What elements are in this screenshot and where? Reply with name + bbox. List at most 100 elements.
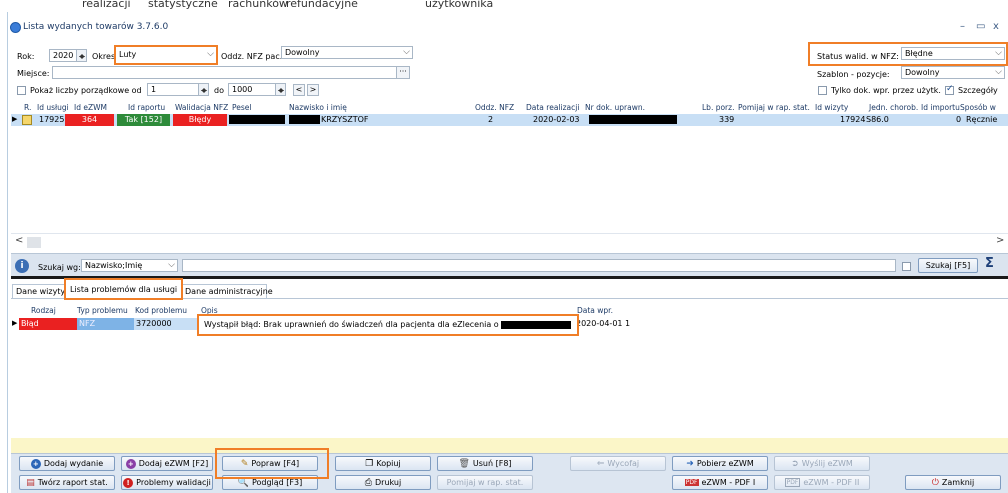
oddz-select[interactable]: Dowolny ⌵ [281,46,413,59]
spin-icon[interactable] [275,84,285,95]
wycofaj-label: Wycofaj [607,459,640,468]
scroll-thumb[interactable] [27,237,41,248]
document-icon [22,115,32,125]
rok-value: 2020 [53,51,74,60]
usun-label: Usuń [F8] [472,459,512,468]
pdf-icon: PDF [784,478,801,487]
search-button[interactable]: Szukaj [F5] [918,258,978,273]
col-header[interactable]: R. [24,103,31,112]
search-checkbox[interactable] [902,262,911,271]
oddz-cell: 2 [488,115,494,124]
send-icon: ➲ [791,458,799,469]
okres-value: Luty [119,50,137,59]
popraw-highlight [215,448,329,479]
ellipsis-button[interactable]: ··· [396,66,410,79]
rok-spinner[interactable]: 2020 [49,49,87,62]
col-header[interactable]: Oddz. NFZ [475,103,514,112]
jedn-chorob-cell: S86.0 [866,115,889,124]
usun-button[interactable]: 🗑 Usuń [F8] [437,456,533,471]
col-header[interactable]: Data realizacji [526,103,579,112]
error-icon: ! [123,477,134,488]
id-wizyty-cell: 17924 [840,115,866,124]
typ-cell: NFZ [77,318,134,330]
col-header[interactable]: Pesel [232,103,251,112]
dodaj-ezwm-button[interactable]: + Dodaj eZWM [F2] [121,456,213,471]
prev-button[interactable]: < [293,84,305,96]
col-header[interactable]: Jedn. chorob. [869,103,918,112]
pokaz-to-spinner[interactable]: 1000 [228,83,286,96]
col-header[interactable]: Nr dok. uprawn. [585,103,645,112]
col-header[interactable]: Lb. porz. [702,103,734,112]
drukuj-label: Drukuj [375,478,402,487]
drukuj-button[interactable]: ⎙ Drukuj [335,475,431,490]
col-header[interactable]: Walidacja NFZ [175,103,228,112]
okres-select[interactable]: Luty ⌵ [114,45,218,65]
col-header[interactable]: Sposób w [960,103,996,112]
pobierz-button[interactable]: ➜ Pobierz eZWM [672,456,768,471]
tworz-raport-button[interactable]: ▤ Twórz raport stat. [19,475,115,490]
zamknij-button[interactable]: ⏻ Zamknij [905,475,1001,490]
pokaz-from-spinner[interactable]: 1 [147,83,209,96]
status-label: Status walid. w NFZ: [817,52,899,61]
chevron-down-icon: ⌵ [403,47,410,57]
problemy-button[interactable]: ! Problemy walidacji [121,475,213,490]
zamknij-label: Zamknij [941,478,975,487]
scroll-right-icon[interactable]: > [996,235,1004,246]
status-select[interactable]: Błędne ⌵ [901,47,1005,60]
tylko-checkbox[interactable] [818,86,827,95]
next-button[interactable]: > [307,84,319,96]
table-row[interactable]: ▶ 17925 364 Tak [152] Błędy KRZYSZTOF 2 … [11,114,1008,126]
tab-dane-wizyty[interactable]: Dane wizyty [12,284,67,298]
minimize-icon[interactable]: – [960,21,965,32]
nazwisko-cell: KRZYSZTOF [321,115,369,124]
sum-icon[interactable]: Σ [985,256,994,271]
id-importu-cell: 0 [956,115,962,124]
wycofaj-button[interactable]: ⇐ Wycofaj [570,456,666,471]
id-ezwm-cell: 364 [65,114,114,126]
copy-icon: ❐ [365,458,374,469]
pobierz-label: Pobierz eZWM [696,459,754,468]
chevron-down-icon: ⌵ [207,49,214,59]
search-label: Szukaj wg: [38,263,81,272]
bg-menu-item: refundacyjne [286,0,358,10]
col-header[interactable]: Id eZWM [74,103,107,112]
pdf2-button[interactable]: PDF eZWM - PDF II [774,475,870,490]
search-input[interactable] [182,259,896,272]
dodaj-wydanie-button[interactable]: + Dodaj wydanie [19,456,115,471]
podglad-label: Podgląd [F3] [251,478,303,487]
col-header[interactable]: Nazwisko i imię [289,103,347,112]
bg-menu-item: statystyczne [148,0,218,10]
szablon-select[interactable]: Dowolny ⌵ [901,66,1005,79]
col-header[interactable]: Rodzaj [31,306,56,315]
col-header[interactable]: Data wpr. [577,306,613,315]
col-header[interactable]: Kod problemu [135,306,187,315]
szczegoly-checkbox[interactable] [945,84,954,95]
scroll-left-icon[interactable]: < [15,235,23,246]
col-header[interactable]: Id importu [921,103,960,112]
data-cell: 2020-02-03 [533,115,580,124]
pokaz-checkbox[interactable] [17,86,26,95]
report-icon: ▤ [26,477,35,488]
close-icon[interactable]: x [993,21,999,32]
col-header[interactable]: Pomijaj w rap. stat. [738,103,810,112]
col-header[interactable]: Id wizyty [815,103,848,112]
horizontal-scrollbar[interactable]: < > [11,233,1008,249]
search-by-select[interactable]: Nazwisko;Imię ⌵ [81,259,178,272]
maximize-icon[interactable]: ▭ [976,21,985,32]
spin-icon[interactable] [198,84,208,95]
tab-lista-problemow[interactable]: Lista problemów dla usługi [67,283,180,297]
tab-dane-administracyjne[interactable]: Dane administracyjne [181,284,273,298]
oddz-value: Dowolny [285,48,320,57]
pomijaj-button[interactable]: Pomijaj w rap. stat. [437,475,533,490]
dodaj-wydanie-label: Dodaj wydanie [43,459,104,468]
info-icon[interactable]: i [15,259,29,273]
wyslij-button[interactable]: ➲ Wyślij eZWM [774,456,870,471]
pdf1-button[interactable]: PDF eZWM - PDF I [672,475,768,490]
col-header[interactable]: Typ problemu [77,306,128,315]
spin-icon[interactable] [76,50,86,61]
kopiuj-label: Kopiuj [376,459,401,468]
col-header[interactable]: Id usługi [37,103,69,112]
col-header[interactable]: Id raportu [128,103,165,112]
miejsce-field[interactable] [52,66,410,79]
kopiuj-button[interactable]: ❐ Kopiuj [335,456,431,471]
